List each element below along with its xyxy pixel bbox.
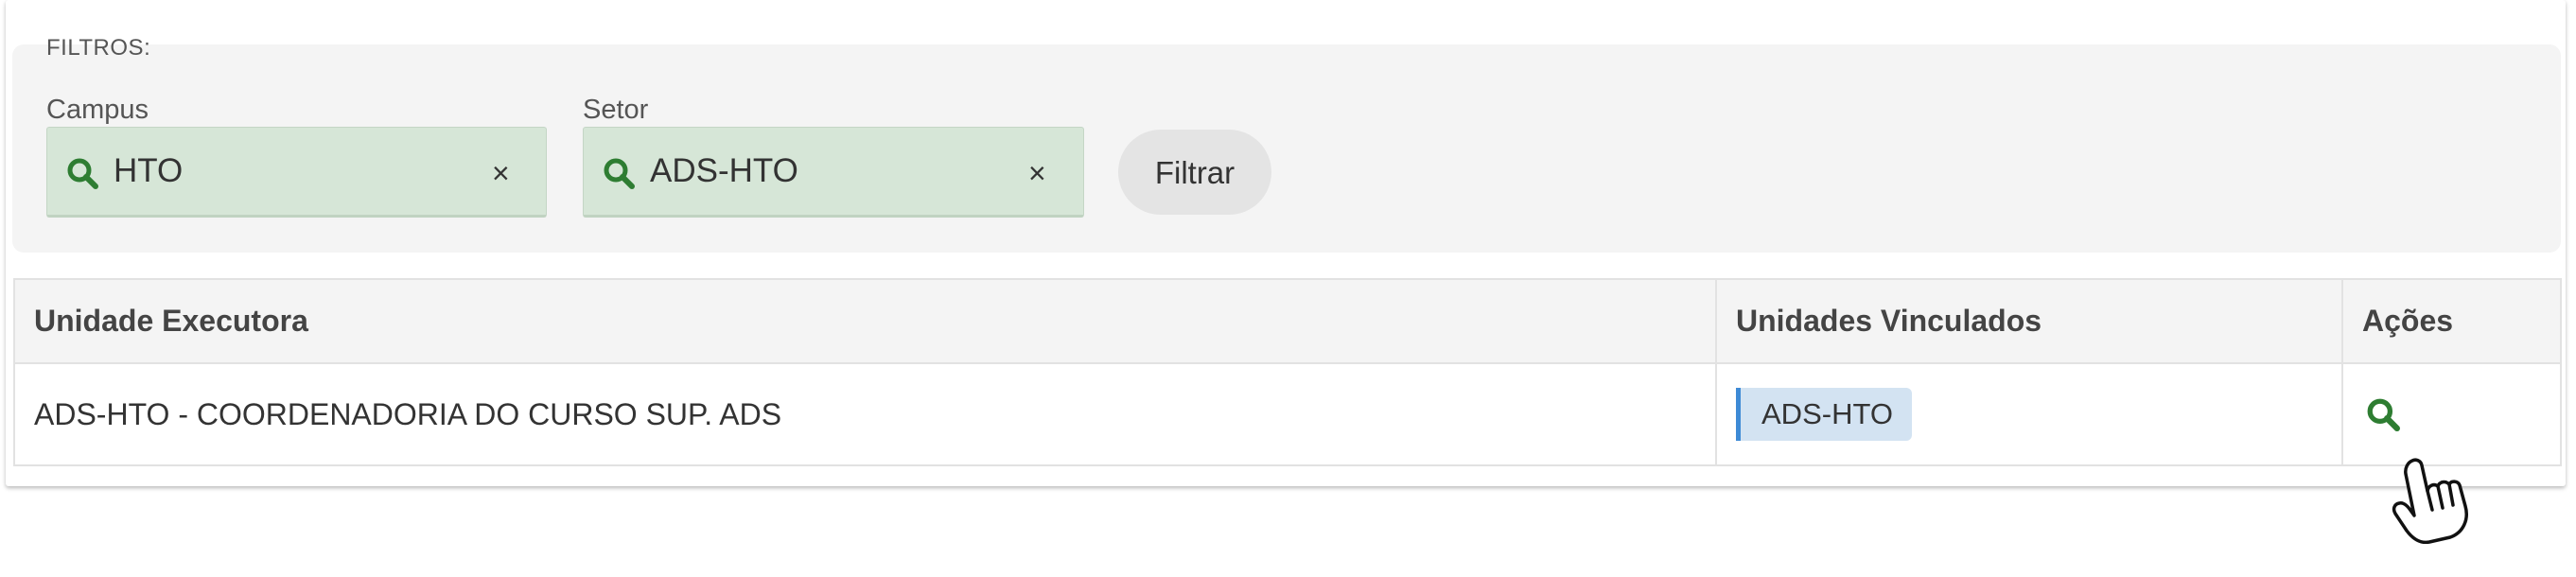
setor-field[interactable]: ADS-HTO ×	[583, 127, 1084, 218]
search-icon	[604, 158, 635, 189]
campus-label: Campus	[46, 95, 149, 125]
filters-title: FILTROS:	[46, 35, 151, 61]
search-icon[interactable]	[2366, 397, 2400, 431]
acoes-cell	[2341, 362, 2562, 466]
filtrar-button[interactable]: Filtrar	[1118, 130, 1271, 215]
results-table: Unidade Executora Unidades Vinculados Aç…	[13, 278, 2562, 466]
search-icon	[67, 158, 98, 189]
setor-value: ADS-HTO	[650, 152, 798, 189]
column-header-unidades-vinculados: Unidades Vinculados	[1715, 278, 2343, 364]
table-header-row: Unidade Executora Unidades Vinculados Aç…	[13, 278, 2562, 364]
unidades-vinculados-cell: ADS-HTO	[1715, 362, 2343, 466]
campus-value: HTO	[114, 152, 184, 189]
unidade-vinculada-tag: ADS-HTO	[1736, 388, 1912, 441]
hand-pointer-cursor-icon	[2392, 458, 2468, 544]
setor-label: Setor	[583, 95, 649, 125]
column-header-unidade-executora: Unidade Executora	[13, 278, 1717, 364]
setor-clear-icon[interactable]: ×	[1028, 156, 1046, 190]
campus-clear-icon[interactable]: ×	[492, 156, 510, 190]
column-header-acoes: Ações	[2341, 278, 2562, 364]
table-row: ADS-HTO - COORDENADORIA DO CURSO SUP. AD…	[13, 362, 2562, 466]
campus-field[interactable]: HTO ×	[46, 127, 547, 218]
unidade-executora-cell: ADS-HTO - COORDENADORIA DO CURSO SUP. AD…	[13, 362, 1717, 466]
